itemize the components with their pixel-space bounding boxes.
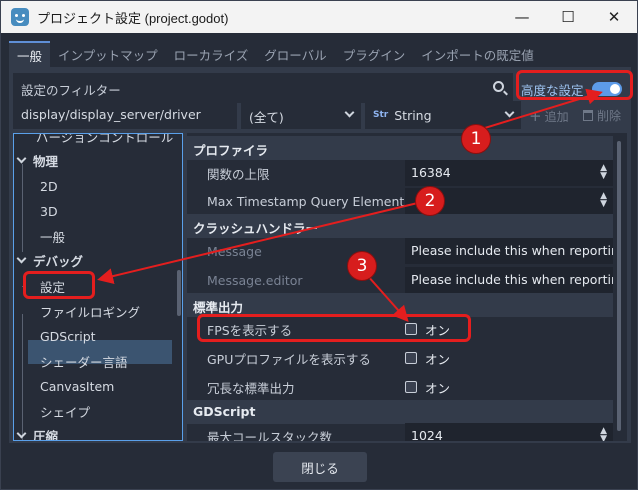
general-panel: 設定のフィルター 高度な設定 display/display_server/dr… bbox=[9, 67, 631, 443]
annotation-box-settings bbox=[23, 271, 95, 299]
tree-label: 圧縮 bbox=[33, 428, 59, 441]
max-call-stack-spinbox[interactable]: 1024 ▲ ▼ bbox=[405, 423, 613, 441]
chevron-down-icon bbox=[504, 107, 515, 118]
spin-arrows-icon[interactable]: ▲ ▼ bbox=[600, 427, 607, 442]
annotation-badge-3: 3 bbox=[347, 251, 377, 281]
close-window-icon[interactable]: ✕ bbox=[591, 1, 637, 33]
tree-label: 物理 bbox=[33, 153, 59, 169]
settings-tabs: 一般 インプットマップ ローカライズ グローバル プラグイン インポートの既定値 bbox=[9, 39, 631, 67]
prop-label-max-functions: 関数の上限 bbox=[207, 166, 270, 182]
type-select[interactable]: Str String bbox=[365, 101, 521, 129]
message-editor-field[interactable]: Please include this when reporting bbox=[405, 267, 613, 293]
on-label: オン bbox=[425, 351, 451, 367]
minimize-icon[interactable]: — bbox=[499, 1, 545, 33]
tab-import-defaults[interactable]: インポートの既定値 bbox=[413, 41, 542, 67]
tree-guide-line bbox=[22, 164, 23, 252]
inspector-scrollbar[interactable] bbox=[617, 141, 621, 431]
chevron-down-icon bbox=[16, 428, 27, 439]
type-value: String bbox=[394, 107, 432, 123]
spin-arrows-icon[interactable]: ▲ ▼ bbox=[600, 164, 607, 181]
tree-item-3d[interactable]: 3D bbox=[40, 199, 58, 223]
prop-label-max-call-stack: 最大コールスタック数 bbox=[207, 429, 333, 442]
trash-icon bbox=[583, 110, 593, 121]
tree-group-debug[interactable]: デバッグ bbox=[14, 248, 83, 272]
tree-item-2d[interactable]: 2D bbox=[40, 174, 58, 198]
chevron-down-icon bbox=[16, 253, 27, 264]
scope-value: (全て) bbox=[249, 110, 284, 125]
checkbox-icon[interactable] bbox=[405, 352, 417, 364]
max-call-stack-value: 1024 bbox=[411, 428, 443, 441]
verbose-stdout-checkbox[interactable]: オン bbox=[405, 375, 450, 399]
property-path-input[interactable]: display/display_server/driver bbox=[13, 101, 237, 129]
prop-label-message-editor: Message.editor bbox=[207, 272, 303, 288]
window-controls: — ☐ ✕ bbox=[499, 1, 637, 33]
print-gpu-profile-checkbox[interactable]: オン bbox=[405, 346, 450, 370]
max-functions-spinbox[interactable]: 16384 ▲ ▼ bbox=[405, 160, 613, 186]
tab-plugins[interactable]: プラグイン bbox=[335, 41, 414, 67]
scope-select[interactable]: (全て) bbox=[241, 101, 361, 129]
section-profiler: プロファイラ bbox=[187, 136, 613, 160]
title-bar: プロジェクト設定 (project.godot) — ☐ ✕ bbox=[1, 1, 637, 33]
tree-item-version-control[interactable]: バージョンコントロール bbox=[36, 134, 173, 148]
delete-label: 削除 bbox=[597, 109, 622, 123]
on-label: オン bbox=[425, 380, 451, 396]
add-label: 追加 bbox=[544, 109, 569, 124]
tree-item-general[interactable]: 一般 bbox=[40, 224, 65, 248]
tree-item-file-logging[interactable]: ファイルロギング bbox=[40, 299, 140, 323]
tree-scrollbar[interactable] bbox=[177, 270, 181, 316]
search-icon bbox=[493, 81, 504, 92]
property-inspector: プロファイラ 関数の上限 16384 ▲ ▼ Max Timestamp Quer… bbox=[187, 133, 627, 441]
max-functions-value: 16384 bbox=[411, 165, 451, 180]
add-button[interactable]: + 追加 bbox=[529, 107, 569, 125]
plus-icon: + bbox=[529, 107, 542, 125]
tab-localization[interactable]: ローカライズ bbox=[166, 41, 257, 67]
annotation-badge-2: 2 bbox=[415, 186, 445, 216]
message-field[interactable]: Please include this when reporting bbox=[405, 238, 613, 264]
annotation-badge-1: 1 bbox=[461, 124, 491, 154]
close-button[interactable]: 閉じる bbox=[273, 452, 367, 482]
filter-input[interactable]: 設定のフィルター bbox=[13, 73, 513, 103]
delete-button[interactable]: 削除 bbox=[583, 107, 621, 124]
tab-input-map[interactable]: インプットマップ bbox=[50, 41, 166, 67]
annotation-box-advanced bbox=[516, 70, 633, 100]
tree-group-compression[interactable]: 圧縮 bbox=[14, 423, 59, 441]
tree-guide-line bbox=[22, 314, 23, 440]
chevron-down-icon bbox=[344, 107, 355, 118]
checkbox-icon[interactable] bbox=[405, 381, 417, 393]
godot-logo-icon bbox=[11, 8, 29, 26]
string-type-icon: Str bbox=[373, 110, 389, 120]
window-title: プロジェクト設定 (project.godot) bbox=[37, 10, 229, 26]
section-gdscript: GDScript bbox=[187, 400, 613, 424]
chevron-down-icon bbox=[16, 153, 27, 164]
annotation-box-print-fps bbox=[197, 314, 471, 342]
prop-label-verbose-stdout: 冗長な標準出力 bbox=[207, 380, 295, 396]
tab-general[interactable]: 一般 bbox=[9, 41, 51, 67]
tree-group-physics[interactable]: 物理 bbox=[14, 148, 58, 172]
spin-arrows-icon[interactable]: ▲ ▼ bbox=[600, 192, 607, 209]
prop-label-message: Message bbox=[207, 243, 262, 259]
maximize-icon[interactable]: ☐ bbox=[545, 1, 591, 33]
tree-label: デバッグ bbox=[33, 253, 84, 269]
prop-label-max-timestamp: Max Timestamp Query Elements bbox=[207, 193, 411, 209]
project-settings-window: プロジェクト設定 (project.godot) — ☐ ✕ 一般 インプットマ… bbox=[0, 0, 638, 490]
tab-globals[interactable]: グローバル bbox=[256, 41, 334, 67]
section-crash-handler: クラッシュハンドラー bbox=[187, 214, 613, 238]
tree-item-gdscript[interactable]: GDScript bbox=[40, 324, 96, 348]
tree-item-canvasitem[interactable]: CanvasItem bbox=[40, 374, 114, 398]
tree-item-shader-language[interactable]: シェーダー言語 bbox=[40, 349, 128, 373]
prop-label-print-gpu-profile: GPUプロファイルを表示する bbox=[207, 351, 371, 367]
tree-item-shape[interactable]: シェイプ bbox=[40, 399, 90, 423]
